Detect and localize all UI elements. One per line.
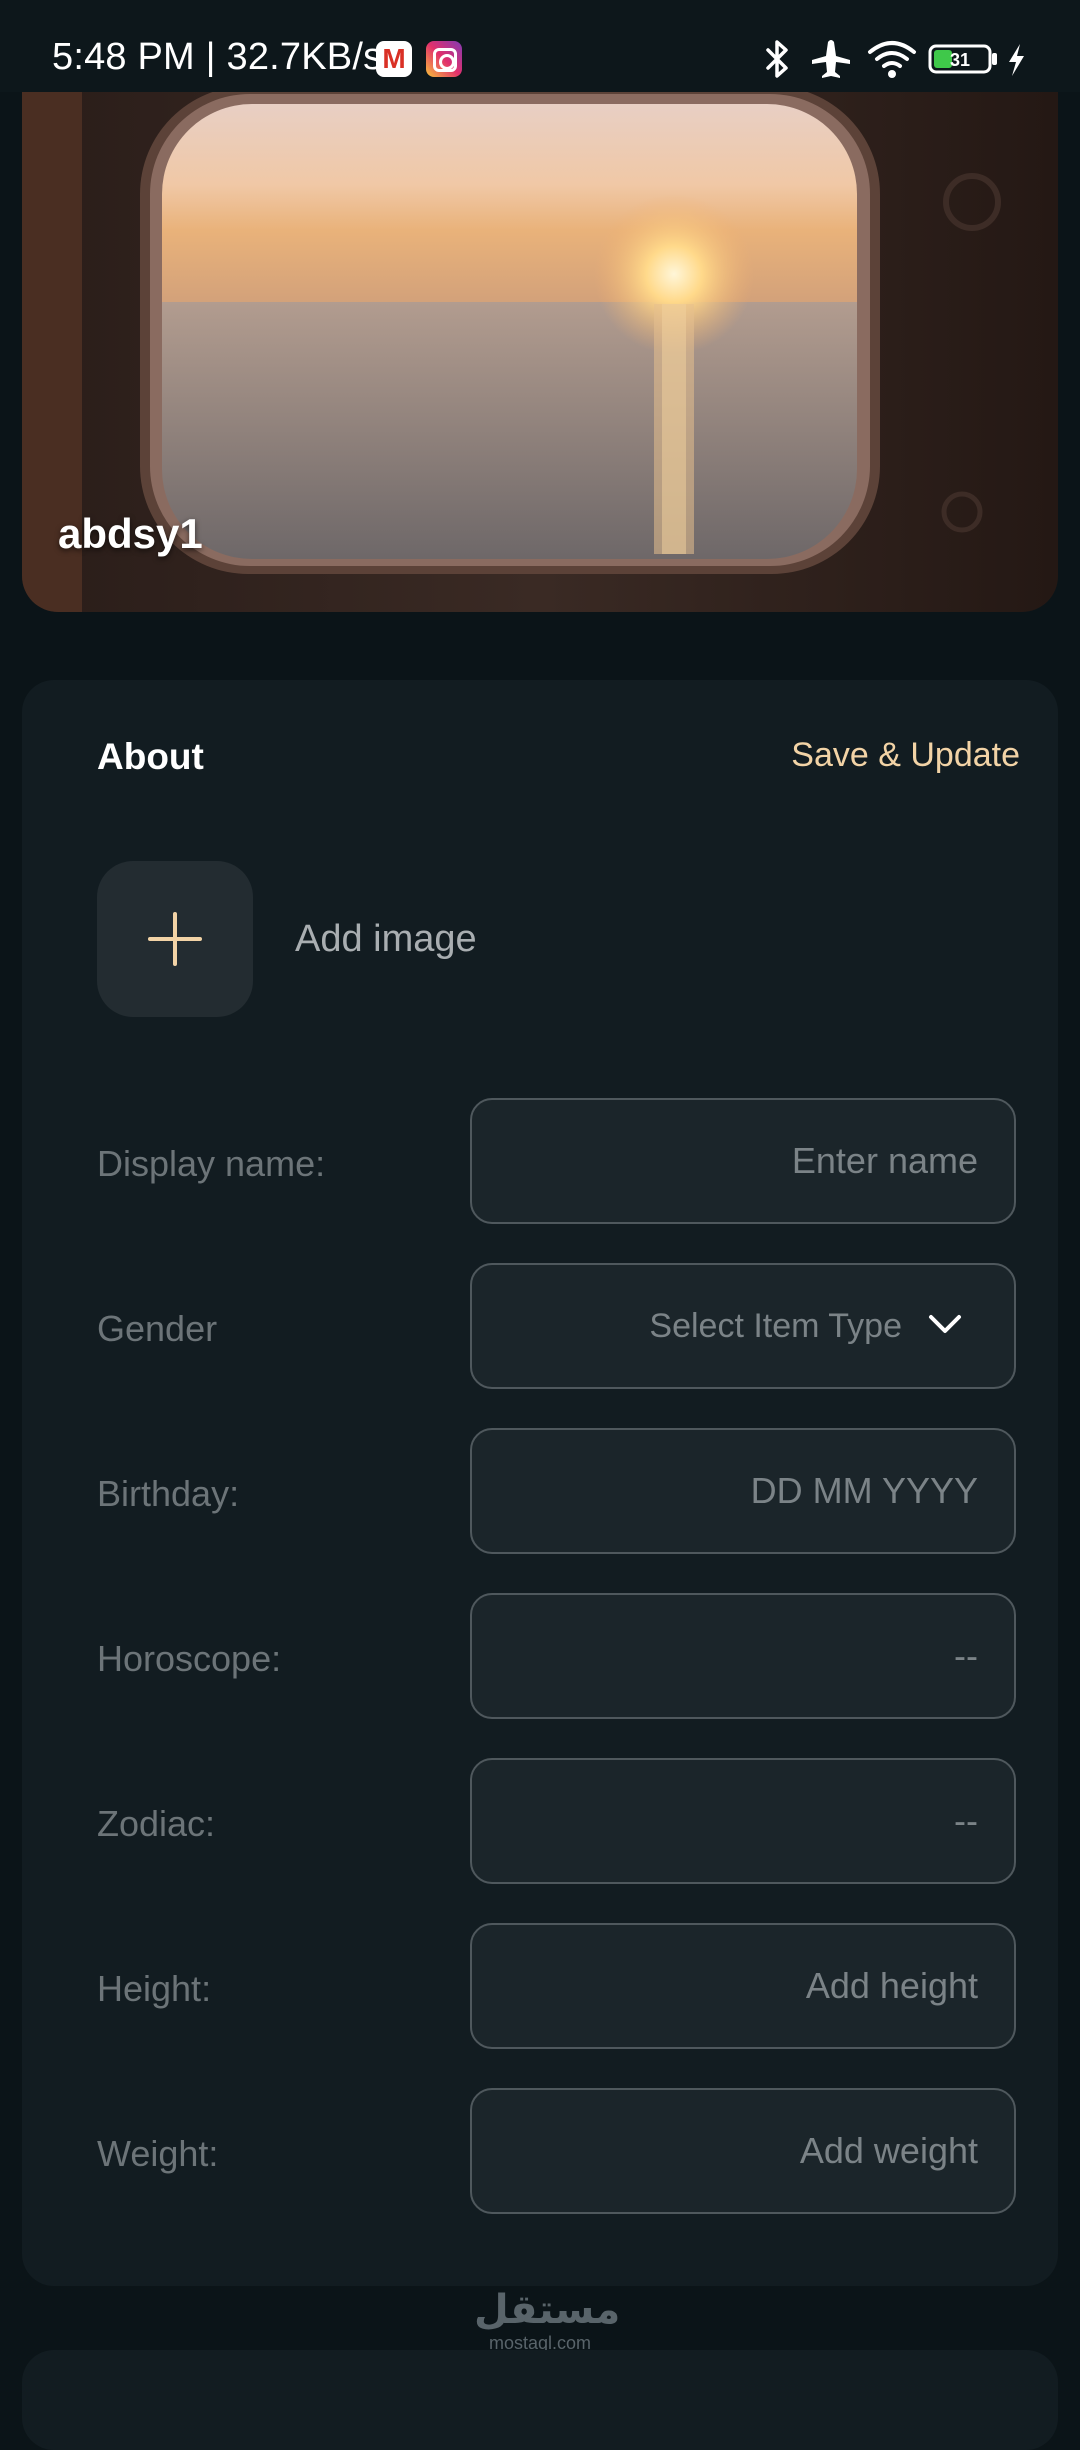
height-field-box <box>470 1923 1016 2049</box>
about-title: About <box>97 736 204 777</box>
wifi-icon <box>868 41 916 78</box>
save-update-button[interactable]: Save & Update <box>791 736 1020 775</box>
display-name-input[interactable] <box>492 1100 978 1222</box>
birthday-field-box <box>470 1428 1016 1554</box>
battery-icon: 31 <box>928 44 997 74</box>
height-input[interactable] <box>492 1925 978 2047</box>
zodiac-field-box <box>470 1758 1016 1884</box>
display-name-field-box <box>470 1098 1016 1224</box>
next-section-card <box>22 2350 1058 2450</box>
weight-row: Weight: <box>22 2088 1058 2218</box>
gender-select[interactable]: Select Item Type <box>470 1263 1016 1389</box>
airplane-mode-icon <box>812 40 850 78</box>
horoscope-row: Horoscope: <box>22 1593 1058 1723</box>
add-image-button[interactable] <box>97 861 253 1017</box>
mostaql-watermark: مستقل mostaql.com <box>474 2287 621 2354</box>
charging-icon <box>1009 44 1024 76</box>
horoscope-field-box <box>470 1593 1016 1719</box>
add-image-label: Add image <box>295 918 477 960</box>
gender-select-value: Select Item Type <box>649 1307 902 1345</box>
gmail-icon <box>376 41 412 77</box>
horoscope-input[interactable] <box>492 1595 978 1717</box>
about-card: About Save & Update Add image Display na… <box>22 680 1058 2286</box>
weight-label: Weight: <box>97 2133 219 2174</box>
profile-cover-photo: abdsy1 <box>22 92 1058 612</box>
status-time: 5:48 PM | 32.7KB/s <box>52 36 383 78</box>
height-row: Height: <box>22 1923 1058 2053</box>
gender-label: Gender <box>97 1308 218 1349</box>
plus-icon <box>148 912 202 966</box>
zodiac-input[interactable] <box>492 1760 978 1882</box>
instagram-icon <box>426 41 462 77</box>
zodiac-row: Zodiac: <box>22 1758 1058 1888</box>
display-name-label: Display name: <box>97 1143 326 1184</box>
birthday-row: Birthday: <box>22 1428 1058 1558</box>
zodiac-label: Zodiac: <box>97 1803 216 1844</box>
weight-field-box <box>470 2088 1016 2214</box>
horoscope-label: Horoscope: <box>97 1638 282 1679</box>
height-label: Height: <box>97 1968 212 2009</box>
chevron-down-icon <box>929 1315 961 1333</box>
birthday-label: Birthday: <box>97 1473 240 1514</box>
birthday-input[interactable] <box>492 1430 978 1552</box>
gender-row: Gender Select Item Type <box>22 1263 1058 1393</box>
profile-name: abdsy1 <box>58 510 203 557</box>
display-name-row: Display name: <box>22 1098 1058 1228</box>
battery-level: 31 <box>950 50 970 70</box>
weight-input[interactable] <box>492 2090 978 2212</box>
watermark-arabic: مستقل <box>474 2287 621 2333</box>
status-bar: 5:48 PM | 32.7KB/s 31 <box>0 0 1080 92</box>
bluetooth-icon <box>766 40 788 78</box>
